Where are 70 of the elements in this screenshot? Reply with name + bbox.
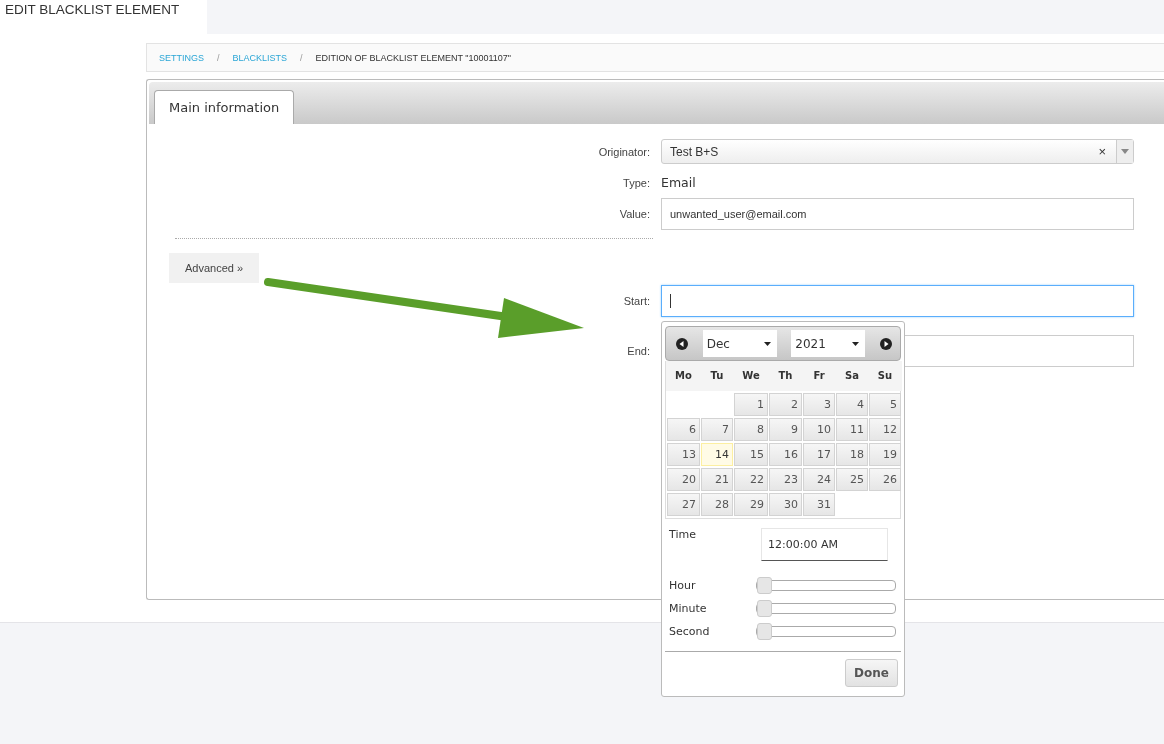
value-field[interactable]: unwanted_user@email.com	[661, 198, 1134, 230]
calendar-day[interactable]: 23	[769, 468, 802, 491]
calendar-day[interactable]: 7	[701, 418, 733, 441]
advanced-button[interactable]: Advanced »	[169, 253, 260, 283]
caret-icon	[852, 341, 860, 346]
calendar-day[interactable]: 16	[769, 443, 802, 466]
calendar-day[interactable]: 11	[836, 418, 868, 441]
slider-handle[interactable]	[757, 622, 772, 640]
calendar-day[interactable]: 24	[803, 468, 835, 491]
field-label: Type:	[622, 176, 651, 189]
slider-label: Minute	[669, 601, 708, 615]
calendar-day[interactable]: 27	[667, 493, 700, 516]
weekday-label: Mo	[666, 361, 701, 391]
calendar-day[interactable]: 10	[803, 418, 835, 441]
originator-select[interactable]: Test B+S ×	[661, 139, 1134, 164]
slider-label: Hour	[669, 578, 697, 592]
calendar-day[interactable]: 30	[769, 493, 802, 516]
done-button[interactable]: Done	[845, 659, 898, 687]
clear-icon[interactable]: ×	[1098, 144, 1106, 159]
calendar-day[interactable]: 9	[769, 418, 802, 441]
next-icon[interactable]	[879, 337, 892, 350]
calendar-day[interactable]: 12	[869, 418, 901, 441]
weekday-label: Fr	[802, 361, 836, 391]
caret-icon	[1121, 149, 1129, 154]
slider-handle[interactable]	[757, 576, 772, 594]
calendar-day[interactable]: 15	[734, 443, 768, 466]
calendar-day[interactable]: 18	[836, 443, 868, 466]
caret-icon	[763, 341, 771, 346]
slider-handle[interactable]	[757, 599, 772, 617]
weekday-label: Tu	[700, 361, 734, 391]
weekday-label: Th	[768, 361, 803, 391]
calendar-day[interactable]: 25	[836, 468, 868, 491]
month-select[interactable]: Dec	[702, 330, 777, 357]
calendar-day[interactable]: 26	[869, 468, 901, 491]
calendar-day[interactable]: 14	[701, 443, 733, 466]
calendar-day[interactable]: 1	[734, 393, 768, 416]
breadcrumb-separator: /	[217, 52, 220, 63]
calendar-day[interactable]: 2	[769, 393, 802, 416]
page-title: EDIT BLACKLIST ELEMENT	[4, 1, 181, 19]
breadcrumb-separator: /	[300, 52, 303, 63]
calendar-day[interactable]: 17	[803, 443, 835, 466]
field-label: End:	[626, 345, 651, 357]
breadcrumb-current: EDITION OF BLACKLIST ELEMENT "10001107"	[315, 52, 512, 63]
field-label: Start:	[622, 295, 651, 307]
field-label: Originator:	[597, 145, 651, 158]
time-label: Time	[669, 528, 697, 543]
calendar-day[interactable]: 3	[803, 393, 835, 416]
year-select[interactable]: 2021	[791, 330, 866, 357]
calendar-day[interactable]: 8	[734, 418, 768, 441]
calendar-day[interactable]: 4	[836, 393, 868, 416]
calendar-day[interactable]: 13	[667, 443, 700, 466]
calendar-day[interactable]: 19	[869, 443, 901, 466]
calendar-day[interactable]: 28	[701, 493, 733, 516]
weekday-label: Sa	[835, 361, 869, 391]
time-field[interactable]: 12:00:00 AM	[761, 528, 888, 561]
date-field[interactable]	[661, 285, 1134, 317]
weekday-label: Su	[868, 361, 902, 391]
calendar-day[interactable]: 22	[734, 468, 768, 491]
weekday-label: We	[733, 361, 769, 391]
previous-icon[interactable]	[676, 337, 688, 350]
calendar-day[interactable]: 5	[869, 393, 901, 416]
tab[interactable]: Main information	[154, 90, 295, 124]
calendar-day[interactable]: 6	[667, 418, 700, 441]
field-label: Value:	[618, 208, 651, 220]
calendar-day[interactable]: 21	[701, 468, 733, 491]
slider-label: Second	[669, 624, 711, 638]
calendar-day[interactable]: 29	[734, 493, 768, 516]
calendar-day[interactable]: 31	[803, 493, 835, 516]
type-value: Email	[661, 175, 696, 190]
calendar-day[interactable]: 20	[667, 468, 700, 491]
